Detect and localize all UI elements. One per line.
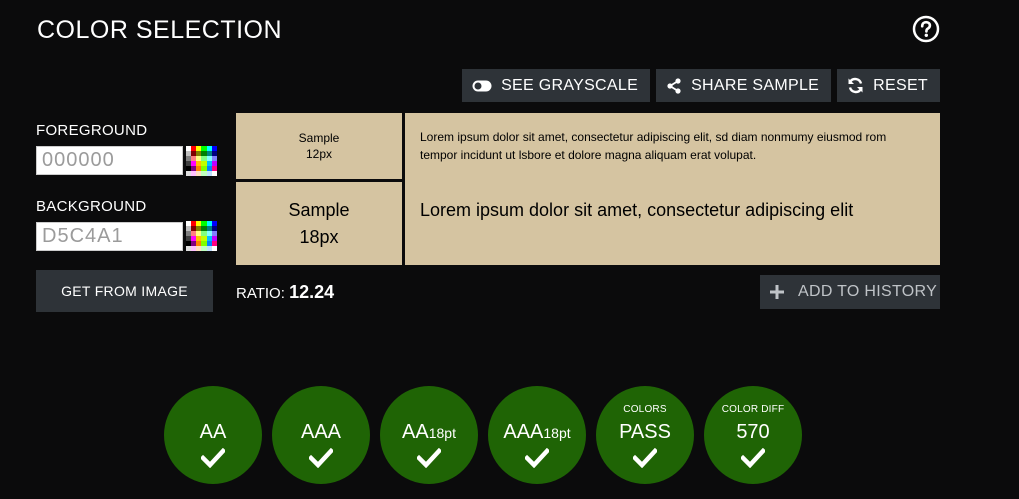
- compliance-badges: AA AAA AA18pt AAA18pt COLORS PASS COLOR DIFF 57…: [164, 386, 802, 484]
- check-icon: [741, 448, 765, 468]
- question-circle-icon[interactable]: [912, 15, 940, 43]
- compliance-badge: AA: [164, 386, 262, 484]
- sample-preview: Sample 12px Sample 18px Lorem ipsum dolo…: [236, 113, 940, 265]
- sample-text-small: Lorem ipsum dolor sit amet, consectetur …: [420, 130, 887, 162]
- background-color-input[interactable]: [36, 222, 183, 251]
- background-label: BACKGROUND: [36, 198, 147, 215]
- palette-swatch: [211, 171, 217, 176]
- check-icon: [201, 448, 225, 468]
- sample-18px-cell: Sample 18px: [236, 182, 402, 265]
- ratio-value: 12.24: [289, 282, 335, 302]
- share-sample-label: SHARE SAMPLE: [691, 76, 820, 94]
- badge-label: AAA18pt: [503, 421, 571, 443]
- reset-button[interactable]: RESET: [837, 69, 940, 102]
- sample-18px-size: 18px: [299, 226, 339, 247]
- sample-divider-vertical: [402, 113, 405, 265]
- ratio-label: RATIO:: [236, 285, 285, 302]
- foreground-palette-icon[interactable]: [186, 146, 217, 176]
- get-from-image-button[interactable]: GET FROM IMAGE: [36, 270, 213, 312]
- toolbar: SEE GRAYSCALE SHARE SAMPLE RESET: [462, 69, 940, 102]
- badge-label: AA: [199, 421, 227, 443]
- badge-suffix: 18pt: [428, 425, 456, 441]
- check-icon: [525, 448, 549, 468]
- refresh-icon: [848, 77, 863, 94]
- share-icon: [667, 77, 681, 94]
- foreground-label: FOREGROUND: [36, 122, 148, 139]
- compliance-badge: AAA18pt: [488, 386, 586, 484]
- sample-12px-title: Sample: [298, 131, 340, 145]
- add-to-history-button[interactable]: ADD TO HISTORY: [760, 275, 940, 309]
- compliance-badge: AAA: [272, 386, 370, 484]
- see-grayscale-button[interactable]: SEE GRAYSCALE: [462, 69, 651, 102]
- foreground-color-input[interactable]: [36, 146, 183, 175]
- reset-label: RESET: [873, 76, 928, 94]
- sample-text-large: Lorem ipsum dolor sit amet, consectetur …: [420, 200, 854, 220]
- badge-caption: COLORS: [623, 404, 667, 415]
- badge-label: AA18pt: [402, 421, 456, 443]
- check-icon: [633, 448, 657, 468]
- badge-suffix: 18pt: [543, 425, 571, 441]
- see-grayscale-label: SEE GRAYSCALE: [501, 76, 639, 94]
- compliance-badge: COLORS PASS: [596, 386, 694, 484]
- share-sample-button[interactable]: SHARE SAMPLE: [656, 69, 832, 102]
- page-title: COLOR SELECTION: [37, 16, 283, 44]
- background-palette-icon[interactable]: [186, 221, 217, 251]
- badge-label: 570: [736, 421, 770, 443]
- palette-swatch: [211, 246, 217, 251]
- plus-icon: [770, 285, 784, 299]
- badge-label: AAA: [300, 421, 342, 443]
- contrast-ratio: RATIO: 12.24: [236, 282, 334, 303]
- check-icon: [309, 448, 333, 468]
- badge-label: PASS: [619, 421, 671, 443]
- compliance-badge: AA18pt: [380, 386, 478, 484]
- sample-12px-cell: Sample 12px: [236, 113, 402, 179]
- compliance-badge: COLOR DIFF 570: [704, 386, 802, 484]
- check-icon: [417, 448, 441, 468]
- sample-18px-title: Sample: [288, 199, 350, 220]
- badge-caption: COLOR DIFF: [721, 404, 785, 415]
- sample-12px-size: 12px: [305, 147, 333, 161]
- add-to-history-label: ADD TO HISTORY: [798, 283, 938, 300]
- toggle-icon: [472, 80, 492, 91]
